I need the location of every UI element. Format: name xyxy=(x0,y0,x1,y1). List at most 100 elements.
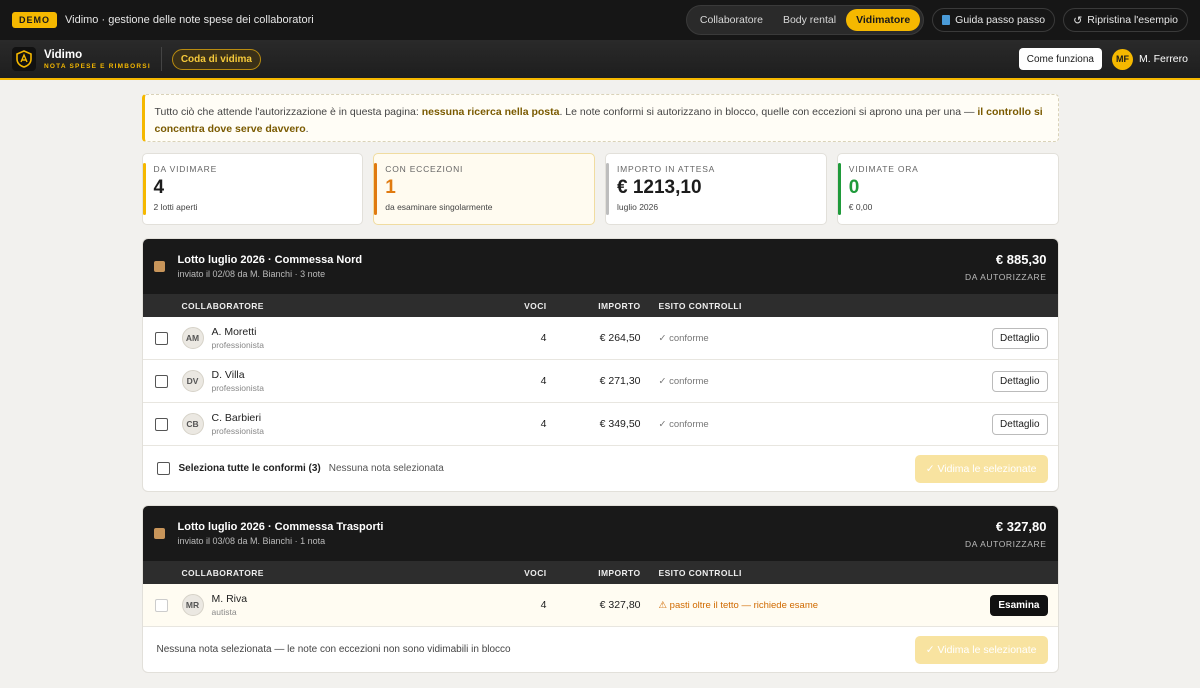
guide-button[interactable]: Guida passo passo xyxy=(932,8,1056,32)
batch-total: € 327,80 DA AUTORIZZARE xyxy=(965,519,1046,549)
notice-emphasis: nessuna ricerca nella posta xyxy=(421,106,560,118)
table-header: COLLABORATORE VOCI IMPORTO ESITO CONTROL… xyxy=(142,561,1058,584)
header-voci: VOCI xyxy=(524,300,547,311)
collaborator-name: A. Moretti xyxy=(211,326,257,338)
detail-button[interactable]: Dettaglio xyxy=(992,370,1048,392)
collaborator-role: professionista xyxy=(211,426,264,436)
select-all-checkbox[interactable] xyxy=(156,462,170,475)
kpi-con-eccezioni: CON ECCEZIONI 1 da esaminare singolarmen… xyxy=(373,153,595,225)
selection-status: Nessuna nota selezionata — le note con e… xyxy=(156,644,511,655)
row-checkbox xyxy=(155,598,168,612)
kpi-accent-bar xyxy=(606,163,609,215)
avatar: MR xyxy=(181,594,204,616)
select-all-label[interactable]: Seleziona tutte le conformi (3) xyxy=(179,463,321,474)
table-row: AM A. Moretti professionista 4 € 264,50 ✓… xyxy=(142,317,1058,360)
collaborator-role: professionista xyxy=(211,340,264,350)
package-icon xyxy=(153,261,165,272)
notice-text: Tutto ciò che attende l'autorizzazione è… xyxy=(154,106,422,118)
amount: € 271,30 xyxy=(599,375,641,387)
avatar: AM xyxy=(181,327,204,349)
queue-tab[interactable]: Coda di vidima xyxy=(171,48,261,70)
detail-button[interactable]: Dettaglio xyxy=(992,327,1048,349)
vidima-selected-button[interactable]: ✓ Vidima le selezionate xyxy=(914,454,1048,483)
kpi-subtext: 2 lotti aperti xyxy=(153,202,198,212)
header-esito: ESITO CONTROLLI xyxy=(658,300,742,311)
app-header: Vidimo NOTA SPESE E RIMBORSI Coda di vid… xyxy=(0,40,1200,80)
demo-badge: DEMO xyxy=(12,12,57,28)
batch-caption: DA AUTORIZZARE xyxy=(965,538,1047,549)
header-collaboratore: COLLABORATORE xyxy=(181,300,264,311)
brand-name: Vidimo xyxy=(44,48,83,61)
kpi-accent-bar xyxy=(837,163,841,215)
main-content: Tutto ciò che attende l'autorizzazione è… xyxy=(141,94,1059,673)
avatar: CB xyxy=(181,413,204,435)
row-checkbox[interactable] xyxy=(155,417,168,431)
kpi-da-vidimare: DA VIDIMARE 4 2 lotti aperti xyxy=(141,153,364,225)
kpi-label: CON ECCEZIONI xyxy=(385,164,464,174)
reset-icon: ↺ xyxy=(1073,14,1083,27)
how-it-works-button[interactable]: Come funziona xyxy=(1018,48,1102,70)
status-badge: ⚠ pasti oltre il tetto — richiede esame xyxy=(658,600,819,611)
kpi-subtext: da esaminare singolarmente xyxy=(385,202,493,212)
table-row: DV D. Villa professionista 4 € 271,30 ✓ c… xyxy=(142,360,1058,403)
batch-header: Lotto luglio 2026 · Commessa Trasporti i… xyxy=(142,506,1058,561)
header-collaboratore: COLLABORATORE xyxy=(181,567,264,578)
kpi-value: 4 xyxy=(153,177,165,198)
row-checkbox[interactable] xyxy=(155,374,168,388)
row-checkbox[interactable] xyxy=(155,331,168,345)
batch-title: Lotto luglio 2026 · Commessa Nord xyxy=(177,254,363,266)
role-body-rental-button[interactable]: Body rental xyxy=(773,9,846,31)
batch-total: € 885,30 DA AUTORIZZARE xyxy=(965,252,1046,282)
demo-topbar: DEMO Vidimo · gestione delle note spese … xyxy=(0,0,1200,40)
role-vidimatore-button[interactable]: Vidimatore xyxy=(846,9,921,31)
kpi-row: DA VIDIMARE 4 2 lotti aperti CON ECCEZIO… xyxy=(141,153,1059,225)
collaborator-name: D. Villa xyxy=(211,369,245,381)
kpi-accent-bar xyxy=(374,163,378,215)
selection-status: Nessuna nota selezionata xyxy=(328,463,444,474)
role-collaboratore-button[interactable]: Collaboratore xyxy=(690,9,773,31)
kpi-importo-in-attesa: IMPORTO IN ATTESA € 1213,10 luglio 2026 xyxy=(605,153,827,225)
collaborator-name: C. Barbieri xyxy=(211,412,262,424)
collaborator-name: M. Riva xyxy=(211,593,248,605)
header-voci: VOCI xyxy=(524,567,547,578)
brand: Vidimo NOTA SPESE E RIMBORSI xyxy=(44,49,151,70)
kpi-label: IMPORTO IN ATTESA xyxy=(617,164,716,174)
header-importo: IMPORTO xyxy=(598,567,641,578)
amount: € 327,80 xyxy=(599,599,641,611)
vidima-selected-button[interactable]: ✓ Vidima le selezionate xyxy=(914,635,1048,664)
batch-meta: inviato il 03/08 da M. Bianchi · 1 nota xyxy=(177,536,326,546)
batch-amount: € 327,80 xyxy=(995,518,1047,534)
voci-count: 4 xyxy=(540,332,547,344)
info-notice: Tutto ciò che attende l'autorizzazione è… xyxy=(141,94,1059,142)
kpi-value: 1 xyxy=(385,177,396,198)
user-avatar[interactable]: MF xyxy=(1111,48,1133,70)
avatar: DV xyxy=(181,370,204,392)
batch-footer: Nessuna nota selezionata — le note con e… xyxy=(143,627,1058,672)
kpi-value: € 1213,10 xyxy=(617,177,702,198)
status-badge: ✓ conforme xyxy=(658,333,709,344)
detail-button[interactable]: Dettaglio xyxy=(992,413,1048,435)
voci-count: 4 xyxy=(540,599,547,611)
role-switch: Collaboratore Body rental Vidimatore xyxy=(685,5,925,35)
kpi-vidimate-ora: VIDIMATE ORA 0 € 0,00 xyxy=(836,153,1059,225)
kpi-accent-bar xyxy=(142,163,146,215)
user-name[interactable]: M. Ferrero xyxy=(1139,53,1188,65)
batch-meta: inviato il 02/08 da M. Bianchi · 3 note xyxy=(177,269,326,279)
status-badge: ✓ conforme xyxy=(658,376,709,387)
kpi-label: VIDIMATE ORA xyxy=(848,164,919,174)
reset-button[interactable]: ↺ Ripristina l'esempio xyxy=(1063,8,1188,32)
demo-title: Vidimo · gestione delle note spese dei c… xyxy=(65,14,314,26)
guide-label: Guida passo passo xyxy=(955,14,1046,26)
batch-card: Lotto luglio 2026 · Commessa Trasporti i… xyxy=(141,505,1059,673)
examine-button[interactable]: Esamina xyxy=(990,594,1048,616)
amount: € 264,50 xyxy=(599,332,641,344)
voci-count: 4 xyxy=(540,375,547,387)
batch-caption: DA AUTORIZZARE xyxy=(965,271,1047,282)
table-row: CB C. Barbieri professionista 4 € 349,50 … xyxy=(142,403,1058,446)
batch-title: Lotto luglio 2026 · Commessa Trasporti xyxy=(177,521,384,533)
table-header: COLLABORATORE VOCI IMPORTO ESITO CONTROL… xyxy=(142,294,1058,317)
status-badge: ✓ conforme xyxy=(658,419,709,430)
batch-footer: Seleziona tutte le conformi (3) Nessuna … xyxy=(143,446,1058,491)
kpi-value: 0 xyxy=(848,177,860,198)
notice-text: . xyxy=(305,123,309,135)
